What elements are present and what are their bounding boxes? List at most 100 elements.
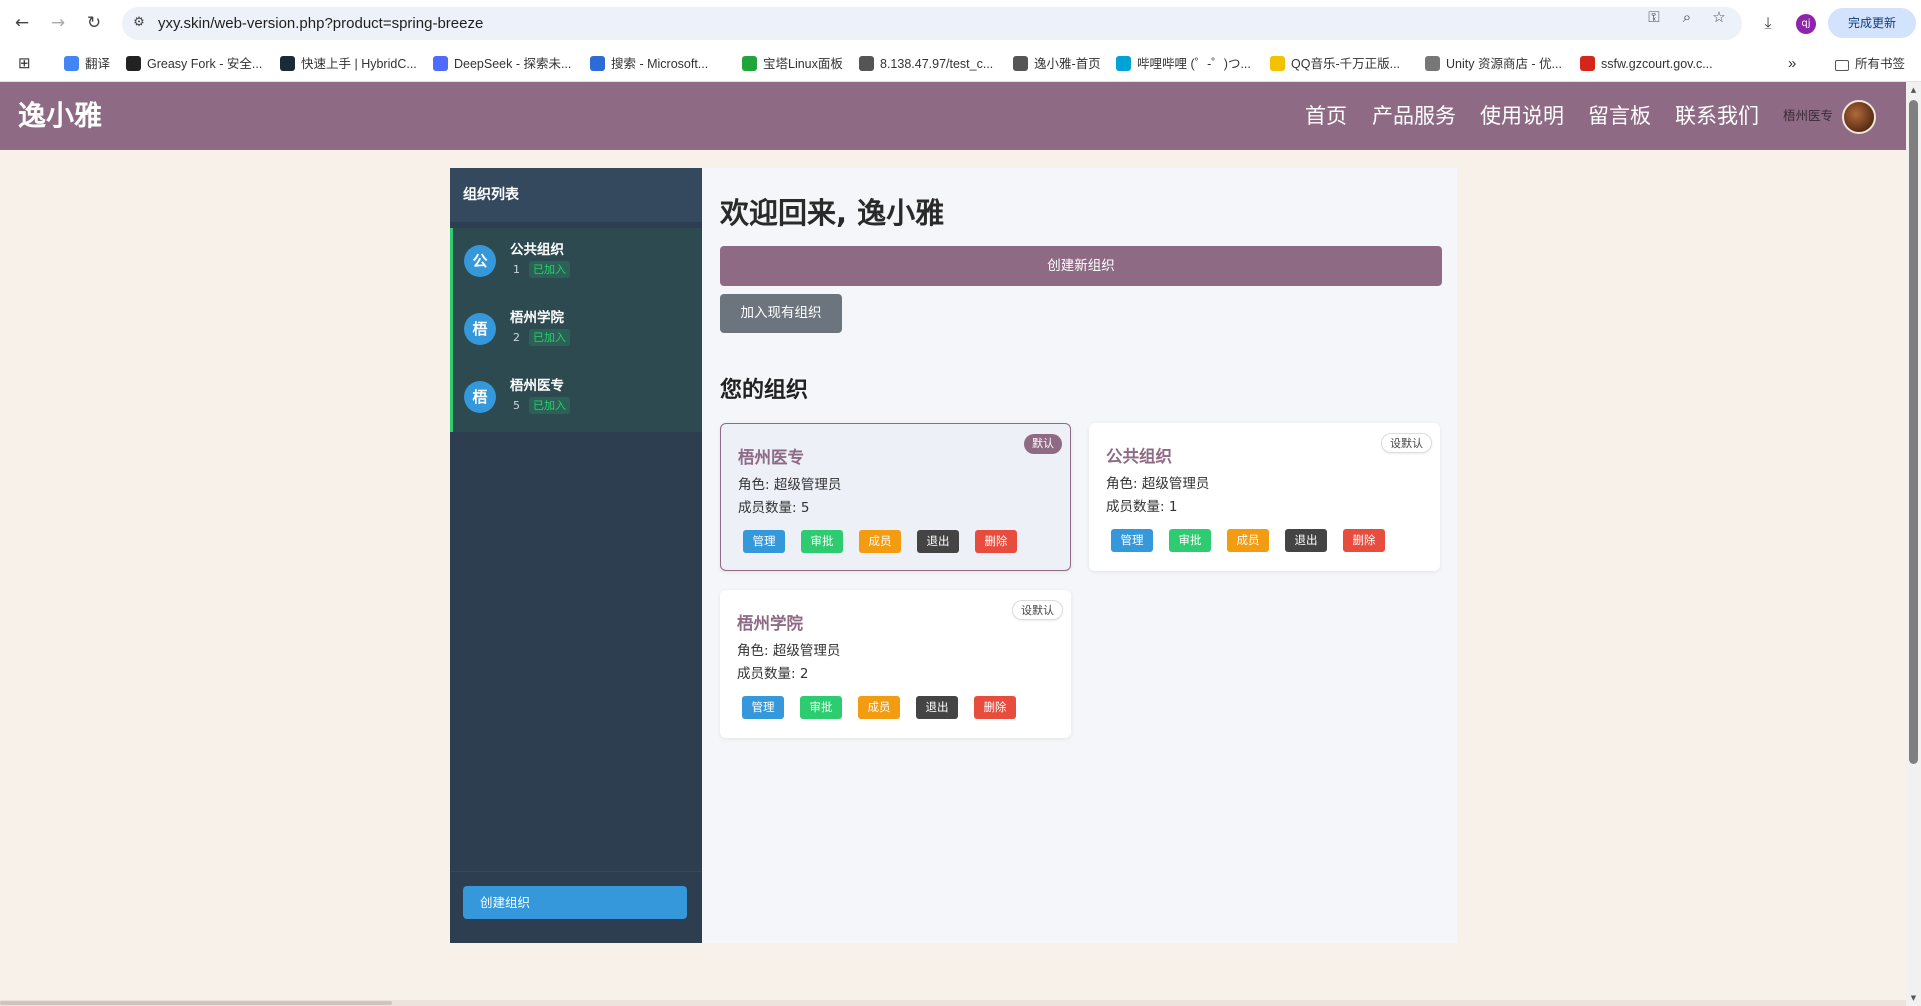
hybridclr-icon: [280, 56, 295, 71]
members-button[interactable]: 成员: [1227, 529, 1269, 552]
bookmark-item[interactable]: Greasy Fork - 安全...: [126, 54, 262, 74]
approve-button[interactable]: 审批: [1169, 529, 1211, 552]
sidebar-org-item[interactable]: 梧 梧州学院 2 已加入: [453, 296, 702, 364]
password-key-icon[interactable]: ⚿: [1644, 7, 1664, 27]
join-org-button[interactable]: 加入现有组织: [720, 294, 842, 333]
delete-button[interactable]: 删除: [974, 696, 1016, 719]
manage-button[interactable]: 管理: [1111, 529, 1153, 552]
sidebar-org-item[interactable]: 梧 梧州医专 5 已加入: [453, 364, 702, 432]
forward-arrow-icon[interactable]: →: [46, 11, 70, 35]
org-card-members: 成员数量: 5: [738, 500, 810, 516]
horizontal-scrollbar-thumb[interactable]: [0, 1001, 392, 1005]
bookmarks-bar: ⊞ 翻译 Greasy Fork - 安全... 快速上手 | HybridC...…: [0, 46, 1921, 82]
scroll-down-arrow-icon[interactable]: ▼: [1909, 994, 1918, 1002]
org-name: 梧州学院: [510, 310, 564, 326]
translate-icon: [64, 56, 79, 71]
nav-products[interactable]: 产品服务: [1372, 82, 1456, 150]
approve-button[interactable]: 审批: [800, 696, 842, 719]
org-member-count: 1: [513, 263, 520, 276]
unity-icon: [1425, 56, 1440, 71]
bookmark-item[interactable]: QQ音乐-千万正版...: [1270, 54, 1400, 74]
org-name: 公共组织: [510, 242, 564, 258]
bookmark-item[interactable]: 宝塔Linux面板: [742, 54, 843, 74]
members-button[interactable]: 成员: [858, 696, 900, 719]
scroll-up-arrow-icon[interactable]: ▲: [1909, 86, 1918, 94]
bookmark-item[interactable]: 翻译: [64, 54, 110, 74]
nav-message-board[interactable]: 留言板: [1588, 82, 1651, 150]
delete-button[interactable]: 删除: [975, 530, 1017, 553]
joined-badge: 已加入: [529, 397, 570, 414]
set-default-button[interactable]: 设默认: [1381, 433, 1432, 453]
org-member-count: 5: [513, 399, 520, 412]
org-sidebar: 组织列表 公 公共组织 1 已加入 梧 梧州学院 2 已加入 梧 梧州医专 5 …: [450, 168, 702, 943]
org-card[interactable]: 梧州医专 默认 角色: 超级管理员 成员数量: 5 管理 审批 成员 退出 删除: [720, 423, 1071, 571]
sidebar-org-item[interactable]: 公 公共组织 1 已加入: [453, 228, 702, 296]
bookmark-label: 搜索 - Microsoft...: [611, 57, 709, 71]
your-orgs-heading: 您的组织: [720, 378, 809, 403]
search-icon: [590, 56, 605, 71]
bookmark-item[interactable]: 逸小雅-首页: [1013, 54, 1101, 74]
zoom-icon[interactable]: ⌕: [1677, 7, 1697, 27]
org-card-title: 梧州医专: [738, 448, 804, 467]
site-logo[interactable]: 逸小雅: [18, 82, 102, 150]
bookmark-item[interactable]: ssfw.gzcourt.gov.c...: [1580, 54, 1713, 74]
address-bar[interactable]: ⚙ yxy.skin/web-version.php?product=sprin…: [122, 7, 1742, 40]
bookmark-label: 逸小雅-首页: [1034, 57, 1101, 71]
site-settings-icon[interactable]: ⚙: [130, 14, 148, 32]
org-card-role: 角色: 超级管理员: [738, 477, 842, 493]
bookmark-item[interactable]: Unity 资源商店 - 优...: [1425, 54, 1562, 74]
manage-button[interactable]: 管理: [743, 530, 785, 553]
members-button[interactable]: 成员: [859, 530, 901, 553]
nav-contact[interactable]: 联系我们: [1675, 82, 1759, 150]
set-default-button[interactable]: 设默认: [1012, 600, 1063, 620]
bookmark-item[interactable]: 快速上手 | HybridC...: [280, 54, 417, 74]
apps-grid-icon[interactable]: ⊞: [18, 54, 31, 74]
profile-avatar[interactable]: qj: [1796, 14, 1816, 34]
bookmark-label: 宝塔Linux面板: [763, 57, 843, 71]
main-panel: 欢迎回来, 逸小雅 创建新组织 加入现有组织 您的组织 梧州医专 默认 角色: …: [702, 168, 1457, 943]
delete-button[interactable]: 删除: [1343, 529, 1385, 552]
org-card-title: 公共组织: [1106, 447, 1172, 466]
org-member-count: 2: [513, 331, 520, 344]
scrollbar-thumb[interactable]: [1909, 100, 1918, 764]
org-card[interactable]: 公共组织 设默认 角色: 超级管理员 成员数量: 1 管理 审批 成员 退出 删…: [1089, 423, 1440, 571]
all-bookmarks[interactable]: 所有书签: [1835, 54, 1905, 74]
bookmark-item[interactable]: 哔哩哔哩 (゜-゜)つ...: [1116, 54, 1251, 74]
back-arrow-icon[interactable]: ←: [10, 11, 34, 35]
org-list: 公 公共组织 1 已加入 梧 梧州学院 2 已加入 梧 梧州医专 5 已加入: [450, 228, 702, 432]
browser-chrome: ← → ↻ ⚙ yxy.skin/web-version.php?product…: [0, 0, 1921, 82]
quit-button[interactable]: 退出: [917, 530, 959, 553]
org-avatar: 梧: [464, 381, 496, 413]
more-bookmarks-icon[interactable]: »: [1788, 54, 1796, 74]
reload-icon[interactable]: ↻: [82, 11, 106, 35]
org-name: 梧州医专: [510, 378, 564, 394]
joined-badge: 已加入: [529, 329, 570, 346]
download-icon[interactable]: ⤓: [1757, 12, 1779, 34]
bookmark-item[interactable]: 搜索 - Microsoft...: [590, 54, 708, 74]
user-org-name[interactable]: 梧州医专: [1783, 82, 1833, 150]
default-badge: 默认: [1024, 434, 1062, 454]
create-org-button[interactable]: 创建新组织: [720, 246, 1442, 286]
nav-guide[interactable]: 使用说明: [1480, 82, 1564, 150]
bookmark-label: ssfw.gzcourt.gov.c...: [1601, 57, 1713, 71]
org-avatar: 梧: [464, 313, 496, 345]
manage-button[interactable]: 管理: [742, 696, 784, 719]
update-button[interactable]: 完成更新: [1828, 8, 1916, 38]
bookmark-item[interactable]: 8.138.47.97/test_c...: [859, 54, 993, 74]
org-avatar: 公: [464, 245, 496, 277]
nav-home[interactable]: 首页: [1305, 82, 1347, 150]
bookmark-star-icon[interactable]: ☆: [1709, 7, 1729, 27]
approve-button[interactable]: 审批: [801, 530, 843, 553]
joined-badge: 已加入: [529, 261, 570, 278]
org-card[interactable]: 梧州学院 设默认 角色: 超级管理员 成员数量: 2 管理 审批 成员 退出 删…: [720, 590, 1071, 738]
quit-button[interactable]: 退出: [916, 696, 958, 719]
folder-icon: [1835, 60, 1849, 71]
create-org-sidebar-button[interactable]: 创建组织: [463, 886, 687, 919]
bookmark-label: 哔哩哔哩 (゜-゜)つ...: [1137, 57, 1251, 71]
bookmark-label: QQ音乐-千万正版...: [1291, 57, 1401, 71]
bookmark-item[interactable]: DeepSeek - 探索未...: [433, 54, 571, 74]
user-avatar[interactable]: [1842, 100, 1876, 134]
quit-button[interactable]: 退出: [1285, 529, 1327, 552]
address-url[interactable]: yxy.skin/web-version.php?product=spring-…: [158, 7, 483, 40]
baota-icon: [742, 56, 757, 71]
